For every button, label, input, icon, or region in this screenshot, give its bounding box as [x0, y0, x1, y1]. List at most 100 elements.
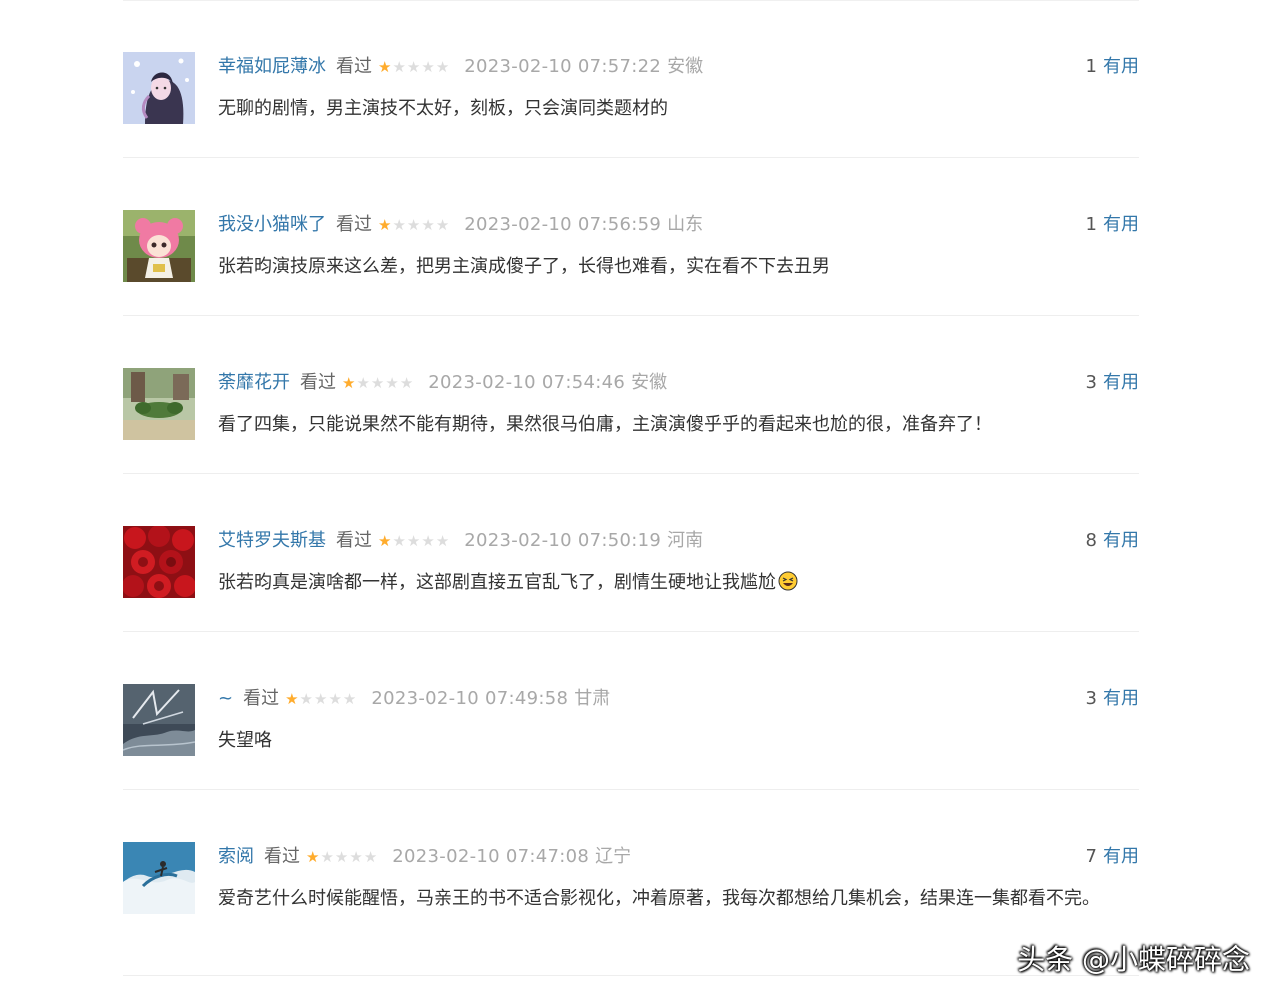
comment-location: 河南	[667, 530, 704, 551]
comment-text: 看了四集，只能说果然不能有期待，果然很马伯庸，主演演傻乎乎的看起来也尬的很，准备…	[218, 414, 992, 435]
star-empty-icon: ★	[392, 58, 407, 76]
star-filled-icon: ★	[306, 848, 321, 866]
rating-stars: ★ ★ ★ ★ ★	[378, 529, 450, 553]
useful-vote-button[interactable]: 7 有用	[1086, 845, 1139, 869]
avatar-dark-sketch-icon	[123, 684, 195, 756]
comment-time: 2023-02-10 07:54:46	[428, 372, 626, 393]
username-link[interactable]: ~	[218, 687, 233, 711]
username-link[interactable]: 幸福如屁薄冰	[218, 55, 326, 79]
star-empty-icon: ★	[328, 690, 343, 708]
comment-time: 2023-02-10 07:57:22	[464, 56, 662, 77]
star-empty-icon: ★	[299, 690, 314, 708]
comment-item: 荼靡花开 看过 ★ ★ ★ ★ ★ 2023-02-10 07:54:46 安徽 3 有用…	[123, 316, 1139, 474]
comment-text: 无聊的剧情，男主演技不太好，刻板，只会演同类题材的	[218, 98, 668, 119]
star-filled-icon: ★	[342, 374, 357, 392]
star-empty-icon: ★	[435, 216, 451, 234]
star-empty-icon: ★	[385, 374, 400, 392]
user-avatar[interactable]	[123, 526, 195, 598]
useful-vote-button[interactable]: 1 有用	[1086, 55, 1139, 79]
watch-status: 看过	[336, 530, 372, 551]
avatar-surfer-icon	[123, 842, 195, 914]
user-avatar[interactable]	[123, 52, 195, 124]
comment-item: 我没小猫咪了 看过 ★ ★ ★ ★ ★ 2023-02-10 07:56:59 山东 1…	[123, 158, 1139, 316]
avatar-pink-doll-icon	[123, 210, 195, 282]
vote-label[interactable]: 有用	[1103, 214, 1139, 235]
comment-item: 索阅 看过 ★ ★ ★ ★ ★ 2023-02-10 07:47:08 辽宁 7 有用 爱…	[123, 790, 1139, 976]
comment-page: 幸福如屁薄冰 看过 ★ ★ ★ ★ ★ 2023-02-10 07:57:22 安徽 1…	[0, 0, 1280, 1004]
avatar-anime-girl-icon	[123, 52, 195, 124]
watch-status: 看过	[336, 214, 372, 235]
vote-label[interactable]: 有用	[1103, 56, 1139, 77]
comment-location: 安徽	[667, 56, 704, 77]
comment-location: 辽宁	[595, 846, 632, 867]
star-empty-icon: ★	[435, 532, 451, 550]
comment-meta: 我没小猫咪了 看过 ★ ★ ★ ★ ★ 2023-02-10 07:56:59 山东	[218, 213, 703, 237]
star-empty-icon: ★	[399, 374, 415, 392]
star-empty-icon: ★	[349, 848, 364, 866]
comment-text-body: 张若昀真是演啥都一样，这部剧直接五官乱飞了，剧情生硬地让我尴尬	[218, 572, 776, 593]
user-avatar[interactable]	[123, 842, 195, 914]
comment-text: 失望咯	[218, 730, 272, 751]
star-filled-icon: ★	[378, 532, 393, 550]
star-filled-icon: ★	[378, 216, 393, 234]
useful-vote-button[interactable]: 8 有用	[1086, 529, 1139, 553]
vote-label[interactable]: 有用	[1103, 846, 1139, 867]
rating-stars: ★ ★ ★ ★ ★	[306, 845, 378, 869]
vote-count: 1	[1085, 214, 1097, 235]
comment-text: 张若昀真是演啥都一样，这部剧直接五官乱飞了，剧情生硬地让我尴尬	[218, 568, 1139, 598]
comment-meta: 索阅 看过 ★ ★ ★ ★ ★ 2023-02-10 07:47:08 辽宁	[218, 845, 631, 869]
user-avatar[interactable]	[123, 368, 195, 440]
avatar-red-roses-icon	[123, 526, 195, 598]
star-empty-icon: ★	[406, 216, 422, 234]
star-empty-icon: ★	[392, 532, 407, 550]
comment-item: 幸福如屁薄冰 看过 ★ ★ ★ ★ ★ 2023-02-10 07:57:22 安徽 1…	[123, 0, 1139, 158]
star-empty-icon: ★	[406, 58, 422, 76]
comment-time: 2023-02-10 07:47:08	[392, 846, 590, 867]
star-empty-icon: ★	[435, 58, 451, 76]
useful-vote-button[interactable]: 3 有用	[1086, 687, 1139, 711]
username-link[interactable]: 荼靡花开	[218, 371, 290, 395]
user-avatar[interactable]	[123, 210, 195, 282]
username-link[interactable]: 艾特罗夫斯基	[218, 529, 326, 553]
vote-count: 3	[1085, 688, 1097, 709]
watch-status: 看过	[300, 372, 336, 393]
comment-time: 2023-02-10 07:50:19	[464, 530, 662, 551]
user-avatar[interactable]	[123, 684, 195, 756]
username-link[interactable]: 我没小猫咪了	[218, 213, 326, 237]
watermark-text: 头条 @小蝶碎碎念	[1017, 943, 1250, 976]
username-link[interactable]: 索阅	[218, 845, 254, 869]
star-empty-icon: ★	[421, 58, 436, 76]
star-empty-icon: ★	[406, 532, 422, 550]
star-empty-icon: ★	[356, 374, 371, 392]
vote-count: 7	[1085, 846, 1097, 867]
watch-status: 看过	[243, 688, 280, 709]
comment-text: 爱奇艺什么时候能醒悟，马亲王的书不适合影视化，冲着原著，我每次都想给几集机会，结…	[218, 888, 1100, 909]
useful-vote-button[interactable]: 1 有用	[1086, 213, 1139, 237]
rating-stars: ★ ★ ★ ★ ★	[378, 55, 450, 79]
comment-text: 张若昀演技原来这么差，把男主演成傻子了，长得也难看，实在看不下去丑男	[218, 256, 830, 277]
vote-count: 1	[1085, 56, 1097, 77]
comment-meta: 幸福如屁薄冰 看过 ★ ★ ★ ★ ★ 2023-02-10 07:57:22 安徽	[218, 55, 703, 79]
star-empty-icon: ★	[314, 690, 329, 708]
watch-status: 看过	[264, 846, 300, 867]
comment-meta: 艾特罗夫斯基 看过 ★ ★ ★ ★ ★ 2023-02-10 07:50:19 河南	[218, 529, 703, 553]
comment-location: 山东	[667, 214, 704, 235]
comment-item: ~ 看过 ★ ★ ★ ★ ★ 2023-02-10 07:49:58 甘肃 3 有用 失望…	[123, 632, 1139, 790]
star-empty-icon: ★	[320, 848, 335, 866]
useful-vote-button[interactable]: 3 有用	[1086, 371, 1139, 395]
vote-label[interactable]: 有用	[1103, 530, 1139, 551]
comment-meta: 荼靡花开 看过 ★ ★ ★ ★ ★ 2023-02-10 07:54:46 安徽	[218, 371, 667, 395]
star-empty-icon: ★	[370, 374, 386, 392]
vote-count: 3	[1085, 372, 1097, 393]
vote-label[interactable]: 有用	[1103, 372, 1139, 393]
star-empty-icon: ★	[421, 216, 436, 234]
star-empty-icon: ★	[342, 690, 358, 708]
laughing-emoji-icon	[778, 571, 798, 591]
avatar-garden-icon	[123, 368, 195, 440]
rating-stars: ★ ★ ★ ★ ★	[285, 687, 357, 711]
star-empty-icon: ★	[392, 216, 407, 234]
star-filled-icon: ★	[285, 690, 300, 708]
vote-label[interactable]: 有用	[1103, 688, 1139, 709]
comment-location: 甘肃	[574, 688, 611, 709]
comment-item: 艾特罗夫斯基 看过 ★ ★ ★ ★ ★ 2023-02-10 07:50:19 河南 8…	[123, 474, 1139, 632]
